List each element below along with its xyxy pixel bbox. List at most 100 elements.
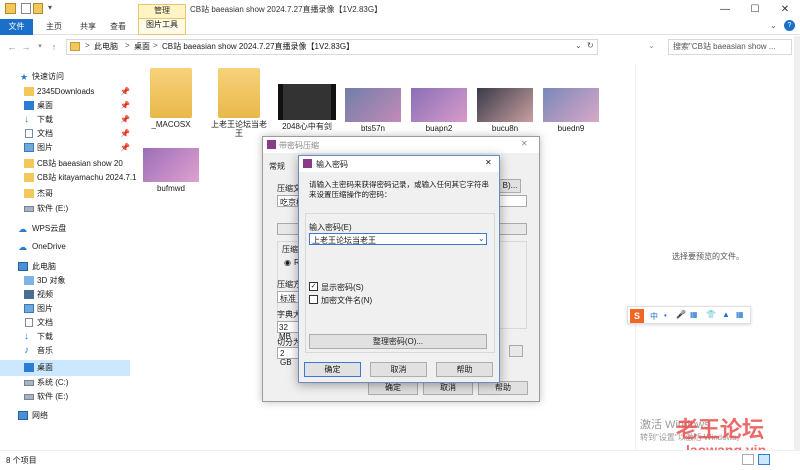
breadcrumb-separator: >: [153, 41, 158, 50]
pin-icon[interactable]: 📌: [120, 113, 130, 127]
nav-item-pictures[interactable]: 图片 📌: [0, 141, 130, 155]
address-dropdown-icon[interactable]: ⌄: [575, 41, 582, 50]
quick-access-dropdown-icon[interactable]: ▾: [48, 3, 52, 12]
breadcrumb-desktop[interactable]: 桌面: [134, 41, 150, 52]
file-item-bts57n[interactable]: bts57n: [342, 88, 404, 133]
breadcrumb-current-folder[interactable]: CB站 baeasian show 2024.7.27直播录像【1V2.83G】: [162, 41, 354, 52]
tab-file[interactable]: 文件: [0, 19, 33, 35]
file-item-bucu8n[interactable]: bucu8n: [474, 88, 536, 133]
nav-item-desktop[interactable]: 桌面 📌: [0, 99, 130, 113]
tools-icon[interactable]: ▲: [722, 310, 730, 319]
properties-icon[interactable]: [21, 3, 31, 14]
pin-icon[interactable]: 📌: [120, 141, 130, 155]
nav-item-cb-baeasian[interactable]: CB站 baeasian show 20: [0, 157, 130, 171]
title-bar: ▾ 管理 CB站 baeasian show 2024.7.27直播录像【1V2…: [0, 0, 800, 19]
split-dropdown[interactable]: [509, 345, 523, 357]
nav-item-pc-pictures[interactable]: 图片: [0, 302, 130, 316]
close-icon[interactable]: ✕: [521, 139, 528, 148]
nav-item-drive-e[interactable]: 软件 (E:): [0, 202, 130, 216]
dialog-title: 带密码压缩: [279, 141, 319, 150]
split-select[interactable]: 2 GB: [277, 347, 299, 367]
close-icon[interactable]: ✕: [485, 158, 492, 167]
pin-icon[interactable]: 📌: [120, 127, 130, 141]
ribbon-context-tab[interactable]: 管理: [138, 4, 186, 19]
nav-network[interactable]: 网络: [0, 409, 130, 423]
split-value: 2 GB: [280, 349, 292, 367]
chevron-down-icon[interactable]: ⌄: [478, 234, 485, 243]
recent-dropdown-icon[interactable]: ▾: [34, 40, 46, 54]
rar-radio[interactable]: ◉: [284, 258, 291, 267]
pin-icon[interactable]: 📌: [120, 85, 130, 99]
close-button[interactable]: ✕: [770, 0, 800, 19]
nav-onedrive[interactable]: ☁ OneDrive: [0, 240, 130, 254]
file-item-buedn9[interactable]: buedn9: [540, 88, 602, 133]
file-item-video-2048[interactable]: 2048心中有剑: [276, 84, 338, 131]
nav-wps-cloud[interactable]: ☁ WPS云盘: [0, 222, 130, 236]
help-button[interactable]: 帮助: [436, 362, 493, 377]
forward-arrow-icon[interactable]: →: [20, 40, 32, 54]
nav-item-pc-downloads[interactable]: ↓ 下载: [0, 330, 130, 344]
tab-home[interactable]: 主页: [46, 19, 62, 35]
chinese-mode-icon[interactable]: 中: [650, 311, 658, 322]
large-icons-view-icon[interactable]: [758, 454, 770, 465]
address-bar[interactable]: > 此电脑 > 桌面 > CB站 baeasian show 2024.7.27…: [66, 39, 598, 55]
scrollbar[interactable]: [794, 36, 800, 450]
navigation-pane: ★ 快速访问 2345Downloads 📌 桌面 📌 ↓ 下载 📌 文档 📌 …: [0, 64, 137, 450]
file-item-macosx[interactable]: _MACOSX: [140, 68, 202, 129]
password-input[interactable]: 上老王论坛当老王 ⌄: [309, 233, 487, 245]
ribbon-expand-icon[interactable]: ⌄: [770, 21, 777, 30]
nav-item-downloads[interactable]: ↓ 下载 📌: [0, 113, 130, 127]
file-item-buapn2[interactable]: buapn2: [408, 88, 470, 133]
nav-item-jiege[interactable]: 杰哥: [0, 187, 130, 201]
keyboard-icon[interactable]: ▦: [690, 310, 698, 319]
dictionary-select[interactable]: 32 MB: [277, 321, 299, 341]
help-icon[interactable]: ?: [784, 20, 795, 31]
microphone-icon[interactable]: 🎤: [676, 310, 686, 319]
tab-view[interactable]: 查看: [110, 19, 126, 35]
nav-item-pc-drive-e[interactable]: 软件 (E:): [0, 390, 130, 404]
breadcrumb-this-pc[interactable]: 此电脑: [94, 41, 118, 52]
ok-button[interactable]: 确定: [304, 362, 361, 377]
nav-item-pc-documents[interactable]: 文档: [0, 316, 130, 330]
cancel-button[interactable]: 取消: [423, 381, 473, 395]
sogou-logo-icon[interactable]: S: [630, 309, 644, 323]
minimize-button[interactable]: —: [710, 0, 740, 19]
up-arrow-icon[interactable]: ↑: [48, 40, 60, 54]
browse-button[interactable]: B)...: [499, 179, 521, 193]
pin-icon[interactable]: 📌: [120, 99, 130, 113]
nav-item-videos[interactable]: 视频: [0, 288, 130, 302]
search-dropdown-icon[interactable]: ⌄: [648, 41, 655, 50]
encrypt-filenames-checkbox[interactable]: [309, 295, 318, 304]
file-item-laowang-folder[interactable]: 上老王论坛当老王: [208, 68, 270, 138]
nav-item-documents[interactable]: 文档 📌: [0, 127, 130, 141]
help-button[interactable]: 帮助: [478, 381, 528, 395]
nav-item-drive-c[interactable]: 系统 (C:): [0, 376, 130, 390]
ok-button[interactable]: 确定: [368, 381, 418, 395]
nav-item-pc-desktop[interactable]: 桌面: [0, 360, 130, 376]
nav-quick-access[interactable]: ★ 快速访问: [0, 70, 130, 84]
menu-icon[interactable]: ▦: [736, 310, 744, 319]
nav-item-cb-kitayamachu[interactable]: CB站 kitayamachu 2024.7.1: [0, 171, 137, 185]
refresh-icon[interactable]: ↻: [587, 41, 594, 50]
method-select[interactable]: 标准: [277, 291, 299, 303]
nav-item-3d-objects[interactable]: 3D 对象: [0, 274, 130, 288]
nav-item-music[interactable]: ♪ 音乐: [0, 344, 130, 358]
cancel-button[interactable]: 取消: [370, 362, 427, 377]
search-input[interactable]: 搜索"CB站 baeasian show ...: [668, 39, 792, 55]
skin-icon[interactable]: 👕: [706, 310, 716, 319]
tab-picture-tools[interactable]: 图片工具: [138, 19, 186, 35]
nav-this-pc[interactable]: 此电脑: [0, 260, 130, 274]
tab-general[interactable]: 常规: [269, 161, 285, 172]
punctuation-icon[interactable]: •: [664, 311, 667, 320]
nav-item-2345downloads[interactable]: 2345Downloads 📌: [0, 85, 130, 99]
new-folder-icon[interactable]: [33, 3, 43, 14]
show-password-checkbox[interactable]: ✓: [309, 282, 318, 291]
tab-share[interactable]: 共享: [80, 19, 96, 35]
maximize-button[interactable]: ☐: [740, 0, 770, 19]
document-icon: [25, 129, 33, 138]
file-item-bufmwd[interactable]: bufmwd: [140, 148, 202, 193]
back-arrow-icon[interactable]: ←: [6, 40, 18, 54]
organize-passwords-button[interactable]: 整理密码(O)...: [309, 334, 487, 349]
details-view-icon[interactable]: [742, 454, 754, 465]
nav-label: 3D 对象: [37, 276, 66, 285]
